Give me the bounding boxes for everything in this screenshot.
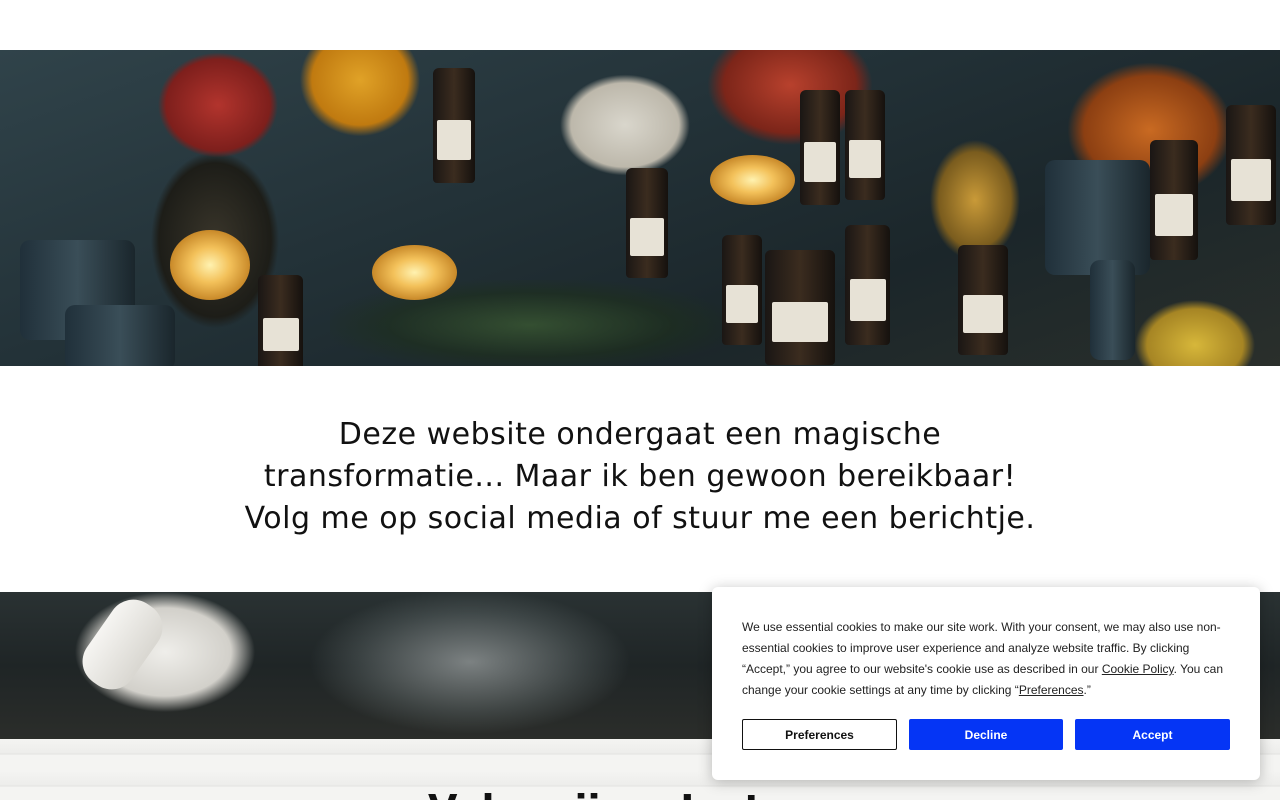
preferences-button[interactable]: Preferences: [742, 719, 897, 750]
potion-bottle: [258, 275, 303, 366]
section-heading: Volg mij op Insta...: [428, 787, 831, 800]
message-line: Volg me op social media of stuur me een …: [244, 501, 1036, 536]
site-header: [0, 0, 1280, 50]
potion-bottle: [433, 68, 475, 183]
potion-bottle: [765, 250, 835, 365]
hero-image-apothecary: [0, 50, 1280, 366]
pestle: [72, 592, 173, 700]
cookie-button-group: Preferences Decline Accept: [742, 719, 1230, 750]
maintenance-message: Deze website ondergaat een magische tran…: [190, 414, 1090, 540]
potion-bottle: [800, 90, 840, 205]
accept-button[interactable]: Accept: [1075, 719, 1230, 750]
candle-glow: [170, 230, 250, 300]
preferences-link[interactable]: Preferences: [1019, 683, 1084, 697]
potion-bottle: [1150, 140, 1198, 260]
potion-bottle: [1226, 105, 1276, 225]
jar: [65, 305, 175, 366]
candle-glow: [710, 155, 795, 205]
decline-button[interactable]: Decline: [909, 719, 1063, 750]
maintenance-message-section: Deze website ondergaat een magische tran…: [0, 366, 1280, 592]
message-line: transformatie... Maar ik ben gewoon bere…: [263, 459, 1017, 494]
potion-bottle: [722, 235, 762, 345]
message-line: Deze website ondergaat een magische: [338, 417, 942, 452]
potion-bottle: [845, 225, 890, 345]
potion-bottle: [958, 245, 1008, 355]
cookie-consent-banner: We use essential cookies to make our sit…: [712, 587, 1260, 780]
potion-bottle: [845, 90, 885, 200]
potion-bottle: [626, 168, 668, 278]
cookie-policy-link[interactable]: Cookie Policy: [1102, 662, 1174, 676]
candle-glow: [372, 245, 457, 300]
jar: [1090, 260, 1135, 360]
jar: [1045, 160, 1150, 275]
cookie-consent-text: We use essential cookies to make our sit…: [742, 620, 1224, 697]
